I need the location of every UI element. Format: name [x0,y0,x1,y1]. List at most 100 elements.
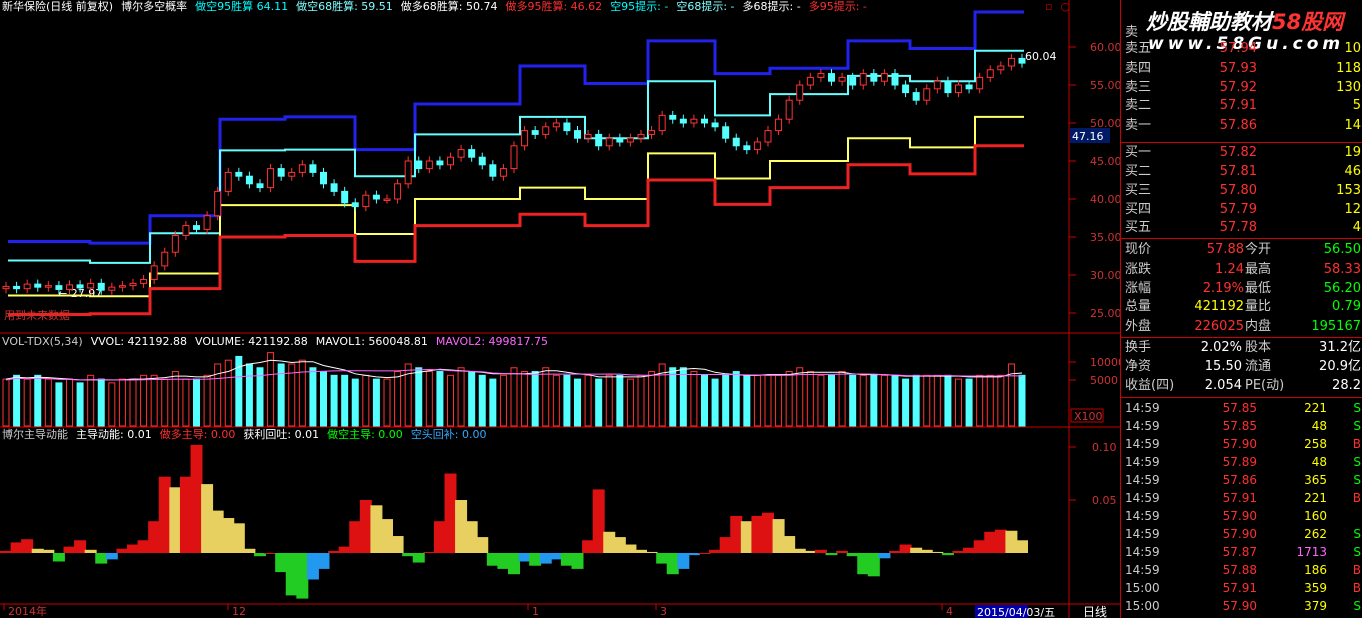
volume-bar [2,378,10,427]
price-tick-label: 35.00 [1090,231,1120,244]
volume-panel-header: VOL-TDX(5,34) VVOL: 421192.88 VOLUME: 4211… [2,335,556,349]
volume-bar [341,374,349,427]
volume-bar [944,374,952,427]
volume-bar [711,378,719,427]
tick-volume: 186 [1304,563,1327,577]
momentum-bar [878,553,891,559]
volume-header-item: MAVOL1: 560048.81 [315,335,428,348]
momentum-bar [899,544,912,553]
chart-canvas[interactable]: 60.0055.0050.0045.0040.0035.0030.0025.00… [0,0,1120,618]
momentum-bar [476,537,489,553]
ask-level-label: 卖二 [1125,98,1152,113]
bid-volume: 19 [1344,145,1361,160]
ask-level-label: 卖三 [1125,80,1152,95]
panel-separator [1121,397,1362,398]
momentum-bar [349,521,362,553]
candle-body [34,283,42,288]
volume-bar [320,371,327,427]
momentum-bar [920,549,933,553]
bid-volume: 4 [1352,220,1361,235]
panel-separator [1121,337,1362,338]
trade-tick-row: 14:59 57.90 262 S [1121,525,1362,543]
candle-body [182,225,190,236]
ask-level-label: 卖五 [1125,41,1152,56]
momentum-header-item: 空头回补: 0.00 [410,428,487,441]
candle-body [785,99,793,120]
tick-price: 57.90 [1222,509,1257,523]
candle-body [66,284,73,290]
volume-bar [923,374,931,427]
volume-bar [817,374,825,427]
quote-label: 总量 [1125,299,1152,314]
momentum-bar [973,540,986,553]
ask-row: 卖二 57.91 5 [1121,97,1362,115]
momentum-bar [412,553,425,563]
momentum-bar [42,549,55,553]
candle-body [997,65,1005,71]
volume-tick-label: 5000 [1090,374,1118,387]
trade-tick-row: 15:00 57.91 359 B [1121,579,1362,597]
momentum-bar [306,553,319,580]
price-tick-label: 45.00 [1090,155,1120,168]
volume-header-item: VOLUME: 421192.88 [195,335,308,348]
volume-bar [732,371,740,427]
volume-bar [626,378,634,427]
volume-bar [394,371,402,427]
momentum-bar [137,540,150,553]
stats-row: 净资 15.50 流通 20.9亿 [1121,358,1362,376]
candle-body [531,130,539,135]
volume-bar [605,374,613,427]
quote-label: 涨跌 [1125,262,1152,277]
price-tick-label: 25.00 [1090,307,1120,320]
candle-body [436,160,444,166]
bid-row: 买五 57.78 4 [1121,219,1362,237]
kline-chart-area[interactable]: 60.00 55.00 50.00 45.00 40.00 35.00 30.00 25.00… [0,0,1343,618]
quote-label: 现价 [1125,242,1152,257]
volume-bar [521,371,529,427]
candle-body [171,234,179,253]
tick-side: S [1353,527,1361,541]
ask-level-label: 卖一 [1125,118,1152,133]
momentum-bar [508,553,520,575]
trade-tick-row: 14:59 57.90 258 B [1121,435,1362,453]
volume-bar [372,378,380,427]
window-restore-icon[interactable]: ▫ [1045,0,1052,13]
candle-body [743,145,751,151]
volume-bar [753,374,761,427]
quote-value: 195167 [1311,319,1361,334]
tick-price: 57.85 [1222,419,1257,433]
candle-body [902,84,910,94]
volume-bar [806,371,814,427]
tick-volume: 221 [1304,401,1327,415]
quote-label: 量比 [1245,299,1272,314]
momentum-bar [338,546,351,553]
momentum-bar [624,544,637,553]
candle-body [341,190,349,204]
stats-label: 换手 [1125,340,1152,355]
candle-body [944,80,952,94]
candle-body [542,126,550,135]
future-data-note: 用到未来数据 [4,309,70,322]
ask-row: 卖三 57.92 130 [1121,79,1362,97]
high-price-label: 60.04 [1025,50,1057,63]
candle-body [129,282,137,287]
tick-side: S [1353,401,1361,415]
close-icon[interactable]: ○ [1060,0,1070,13]
candle-body [140,279,148,284]
quote-value: 57.88 [1206,242,1244,257]
volume-bar [150,374,158,427]
momentum-bar [116,548,129,553]
candle-body [118,285,126,288]
candle-body [574,130,581,139]
volume-bar [499,374,507,427]
volume-bar [44,378,52,427]
momentum-bar [529,553,542,566]
volume-bar [182,378,190,427]
tick-price: 57.90 [1222,599,1257,613]
candle-body [193,225,200,230]
ask-price: 57.91 [1219,98,1257,113]
quote-value: 58.33 [1323,262,1361,277]
ask-price: 57.92 [1219,80,1257,95]
volume-bar [880,374,888,427]
momentum-bar [63,546,76,553]
